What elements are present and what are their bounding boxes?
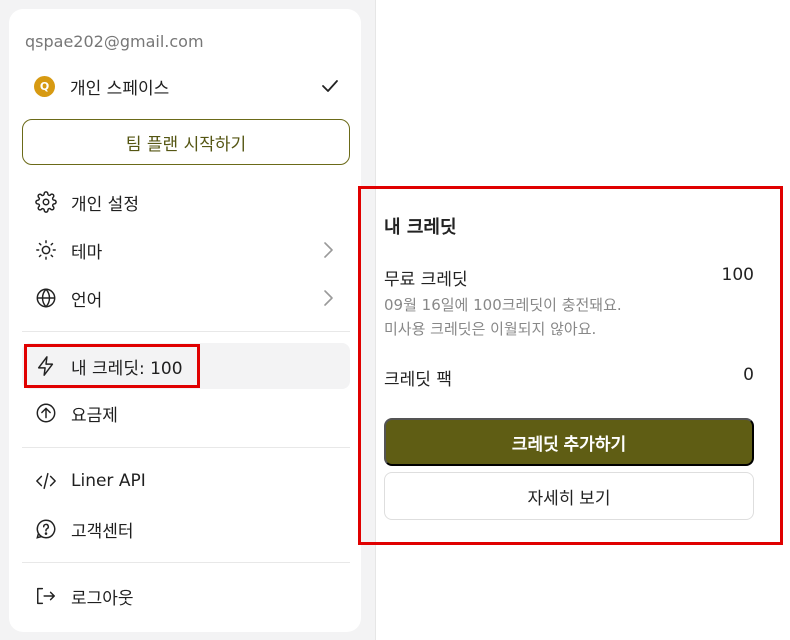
gear-icon (35, 191, 57, 213)
menu-divider (22, 331, 350, 332)
space-selector[interactable]: Q 개인 스페이스 (34, 73, 340, 99)
menu-divider (22, 562, 350, 563)
credit-panel-title: 내 크레딧 (384, 217, 457, 238)
free-credit-label: 무료 크레딧 (384, 270, 468, 290)
menu-item-label: 언어 (71, 290, 103, 311)
sun-icon (35, 239, 57, 261)
view-details-button[interactable]: 자세히 보기 (384, 472, 754, 520)
free-credit-note: 09월 16일에 100크레딧이 충전돼요. (384, 296, 622, 314)
add-credit-button[interactable]: 크레딧 추가하기 (384, 418, 754, 466)
menu-item-label: 로그아웃 (71, 588, 134, 609)
globe-icon (35, 287, 57, 309)
free-credit-value: 100 (721, 265, 754, 285)
menu-item-label: 개인 설정 (71, 194, 139, 215)
menu-item-theme[interactable]: 테마 (22, 227, 350, 273)
menu-item-label: 요금제 (71, 405, 118, 426)
menu-item-label: 고객센터 (71, 521, 134, 542)
free-credit-note: 미사용 크레딧은 이월되지 않아요. (384, 320, 597, 338)
account-email: qspae202@gmail.com (25, 32, 204, 51)
menu-item-support[interactable]: 고객센터 (22, 506, 350, 552)
code-icon (35, 470, 57, 492)
avatar: Q (34, 75, 55, 97)
menu-item-settings[interactable]: 개인 설정 (22, 179, 350, 225)
menu-item-logout[interactable]: 로그아웃 (22, 573, 350, 619)
menu-item-label: Liner API (71, 471, 146, 491)
logout-icon (35, 585, 57, 607)
menu-item-api[interactable]: Liner API (22, 458, 350, 504)
credit-pack-value: 0 (743, 365, 754, 385)
highlight-credits-item (24, 344, 200, 388)
menu-divider (22, 447, 350, 448)
help-circle-icon (35, 518, 57, 540)
menu-item-language[interactable]: 언어 (22, 275, 350, 321)
chevron-right-icon (322, 288, 334, 308)
arrow-up-circle-icon (35, 402, 57, 424)
credit-pack-label: 크레딧 팩 (384, 370, 452, 390)
menu-item-pricing[interactable]: 요금제 (22, 390, 350, 436)
menu-item-label: 테마 (71, 242, 103, 263)
space-label: 개인 스페이스 (70, 78, 170, 99)
check-icon (320, 76, 340, 96)
start-team-plan-button[interactable]: 팀 플랜 시작하기 (22, 119, 350, 165)
chevron-right-icon (322, 240, 334, 260)
